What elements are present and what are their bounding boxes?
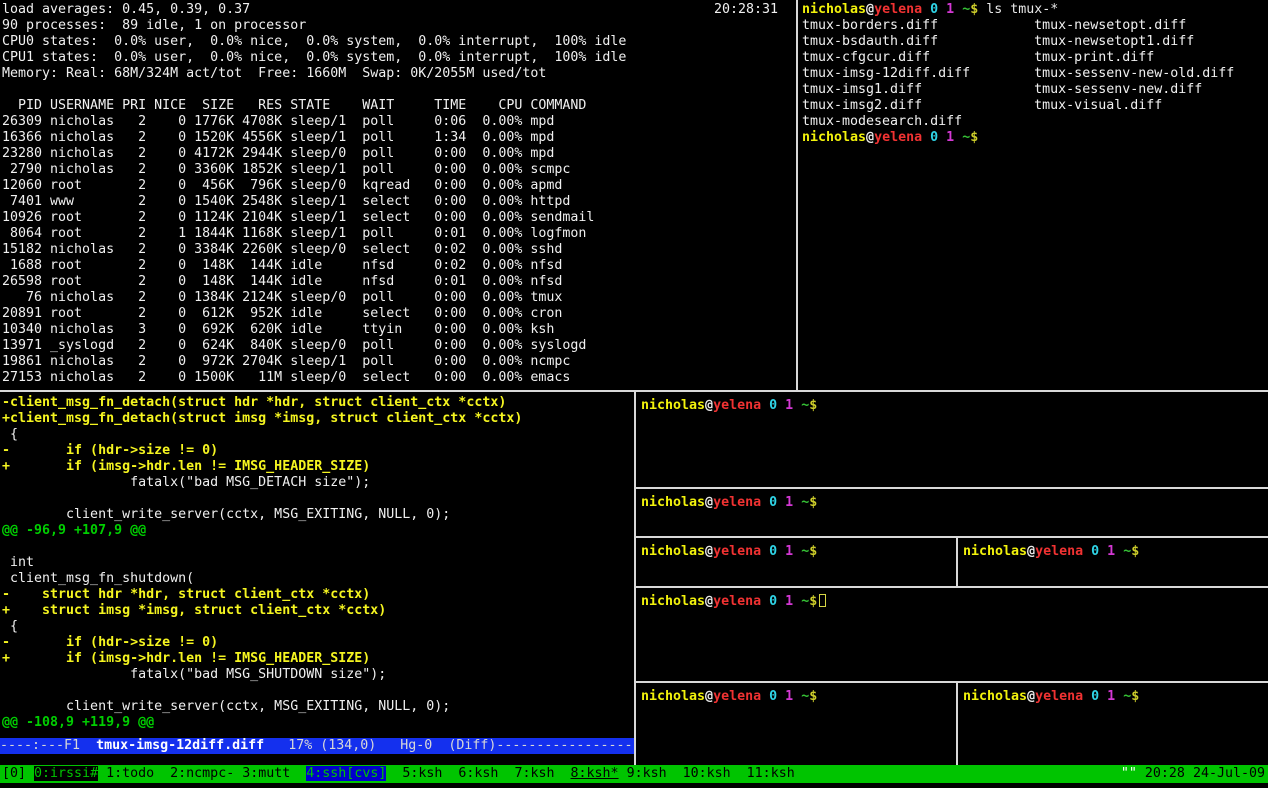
shell-prompt-line: nicholas@yelena 0 1 ~$ <box>963 689 1268 705</box>
shell-prompt: nicholas@yelena 0 1 ~$ <box>641 398 817 413</box>
pane-shell-ls[interactable]: nicholas@yelena 0 1 ~$ ls tmux-*tmux-bor… <box>800 0 1268 390</box>
shell-prompt: nicholas@yelena 0 1 ~$ <box>641 495 817 510</box>
file-name-row: tmux-imsg1.diff tmux-sessenv-new.diff <box>802 82 1268 98</box>
status-session-name: [0] <box>2 766 34 781</box>
file-name-row: tmux-bsdauth.diff tmux-newsetopt1.diff <box>802 34 1268 50</box>
pane-shell-b[interactable]: nicholas@yelena 0 1 ~$ <box>636 489 1268 536</box>
clock: 20:28:31 <box>714 2 778 18</box>
file-name-row: tmux-modesearch.diff <box>802 114 1268 130</box>
terminal-cursor <box>819 594 826 607</box>
diff-line: { <box>2 427 634 443</box>
diff-line: client_write_server(cctx, MSG_EXITING, N… <box>2 699 634 715</box>
pane-border-vertical-cd <box>956 538 958 586</box>
pane-border-vertical-top <box>796 0 798 391</box>
pane-shell-d[interactable]: nicholas@yelena 0 1 ~$ <box>958 538 1268 586</box>
pane-border-vertical-bottom <box>634 392 636 765</box>
pane-shell-c[interactable]: nicholas@yelena 0 1 ~$ <box>636 538 956 586</box>
diff-line: +client_msg_fn_detach(struct imsg *imsg,… <box>2 411 634 427</box>
status-window-item[interactable]: 8:ksh* <box>571 766 619 781</box>
status-window-item[interactable]: 6:ksh <box>458 766 498 781</box>
pane-shell-a[interactable]: nicholas@yelena 0 1 ~$ <box>636 392 1268 487</box>
status-window-item[interactable]: 1:todo <box>106 766 154 781</box>
status-window-item[interactable]: 10:ksh <box>683 766 731 781</box>
diff-line: fatalx("bad MSG_SHUTDOWN size"); <box>2 667 634 683</box>
load-averages-line: load averages: 0.45, 0.39, 0.37 <box>2 2 250 18</box>
ls-output: nicholas@yelena 0 1 ~$ ls tmux-*tmux-bor… <box>802 2 1268 146</box>
shell-prompt: nicholas@yelena 0 1 ~$ <box>641 594 817 609</box>
status-window-item[interactable]: 9:ksh <box>627 766 667 781</box>
tmux-session-screen: load averages: 0.45, 0.39, 0.37 20:28:31… <box>0 0 1268 788</box>
shell-prompt: nicholas@yelena 0 1 ~$ <box>963 544 1139 559</box>
command-text: ls tmux-* <box>978 2 1058 17</box>
status-right: "" 20:28 24-Jul-09 <box>1121 766 1265 783</box>
diff-line: @@ -96,9 +107,9 @@ <box>2 523 634 539</box>
file-name-row: tmux-imsg2.diff tmux-visual.diff <box>802 98 1268 114</box>
diff-line: { <box>2 619 634 635</box>
diff-line: int <box>2 555 634 571</box>
modeline-filename: tmux-imsg-12diff.diff <box>96 738 264 753</box>
diff-line: - if (hdr->size != 0) <box>2 635 634 651</box>
pane-border-vertical-fg <box>956 683 958 765</box>
pane-shell-g[interactable]: nicholas@yelena 0 1 ~$ <box>958 683 1268 765</box>
status-window-list: [0] 0:irssi# 1:todo 2:ncmpc- 3:mutt 4:ss… <box>2 766 795 783</box>
diff-line <box>2 683 634 699</box>
process-table: PID USERNAME PRI NICE SIZE RES STATE WAI… <box>2 98 796 386</box>
status-window-item[interactable]: 3:mutt <box>242 766 290 781</box>
status-window-item[interactable]: 7:ksh <box>514 766 554 781</box>
diff-line: - struct hdr *hdr, struct client_ctx *cc… <box>2 587 634 603</box>
shell-command-line: nicholas@yelena 0 1 ~$ ls tmux-* <box>802 2 1268 18</box>
diff-line: fatalx("bad MSG_DETACH size"); <box>2 475 634 491</box>
pane-border-a <box>636 487 1268 489</box>
shell-prompt-line: nicholas@yelena 0 1 ~$ <box>641 398 1268 414</box>
pane-border-e <box>636 681 1268 683</box>
file-name-row: tmux-borders.diff tmux-newsetopt.diff <box>802 18 1268 34</box>
status-window-item[interactable]: 4:ssh[cvs] <box>306 766 386 781</box>
diff-line <box>2 491 634 507</box>
modeline-info: 17% (134,0) Hg-0 (Diff) <box>264 738 496 753</box>
diff-buffer: -client_msg_fn_detach(struct hdr *hdr, s… <box>2 395 634 731</box>
shell-prompt-line: nicholas@yelena 0 1 ~$ <box>641 544 956 560</box>
shell-prompt-line: nicholas@yelena 0 1 ~$ <box>641 594 1268 610</box>
file-name-row: tmux-imsg-12diff.diff tmux-sessenv-new-o… <box>802 66 1268 82</box>
pane-border-cd <box>636 586 1268 588</box>
status-window-item[interactable]: 2:ncmpc- <box>170 766 234 781</box>
shell-prompt-line: nicholas@yelena 0 1 ~$ <box>641 495 1268 511</box>
status-window-item[interactable]: 0:irssi# <box>34 766 98 781</box>
emacs-minibuffer <box>0 754 634 765</box>
diff-line: client_msg_fn_shutdown( <box>2 571 634 587</box>
shell-prompt: nicholas@yelena 0 1 ~$ <box>641 544 817 559</box>
status-bar: [0] 0:irssi# 1:todo 2:ncmpc- 3:mutt 4:ss… <box>0 765 1268 783</box>
emacs-modeline: ----:---F1 tmux-imsg-12diff.diff 17% (13… <box>0 738 634 754</box>
pane-top-command[interactable]: load averages: 0.45, 0.39, 0.37 20:28:31… <box>0 0 796 390</box>
status-right-text: "" <box>1121 766 1145 781</box>
shell-prompt-line: nicholas@yelena 0 1 ~$ <box>963 544 1268 560</box>
diff-line: + if (imsg->hdr.len != IMSG_HEADER_SIZE) <box>2 651 634 667</box>
status-right-text: 20:28 24-Jul-09 <box>1145 766 1265 781</box>
shell-prompt: nicholas@yelena 0 1 ~$ <box>963 689 1139 704</box>
pane-shell-f[interactable]: nicholas@yelena 0 1 ~$ <box>636 683 956 765</box>
diff-line: @@ -108,9 +119,9 @@ <box>2 715 634 731</box>
modeline-dashes: ----------------- <box>496 738 632 753</box>
status-window-item[interactable]: 5:ksh <box>402 766 442 781</box>
diff-line: + if (imsg->hdr.len != IMSG_HEADER_SIZE) <box>2 459 634 475</box>
shell-prompt: nicholas@yelena 0 1 ~$ <box>802 130 978 145</box>
status-window-item[interactable]: 11:ksh <box>747 766 795 781</box>
diff-line <box>2 539 634 555</box>
diff-line: + struct imsg *imsg, struct client_ctx *… <box>2 603 634 619</box>
diff-line: -client_msg_fn_detach(struct hdr *hdr, s… <box>2 395 634 411</box>
top-summary-lines: 90 processes: 89 idle, 1 on processor CP… <box>2 18 796 82</box>
shell-prompt: nicholas@yelena 0 1 ~$ <box>802 2 978 17</box>
shell-prompt-line: nicholas@yelena 0 1 ~$ <box>641 689 956 705</box>
pane-emacs-diff[interactable]: -client_msg_fn_detach(struct hdr *hdr, s… <box>0 392 634 765</box>
pane-border-b <box>636 536 1268 538</box>
shell-prompt: nicholas@yelena 0 1 ~$ <box>641 689 817 704</box>
modeline-prefix: ----:---F1 <box>0 738 96 753</box>
pane-shell-e[interactable]: nicholas@yelena 0 1 ~$ <box>636 588 1268 681</box>
diff-line: client_write_server(cctx, MSG_EXITING, N… <box>2 507 634 523</box>
shell-prompt-line: nicholas@yelena 0 1 ~$ <box>802 130 1268 146</box>
diff-line: - if (hdr->size != 0) <box>2 443 634 459</box>
file-name-row: tmux-cfgcur.diff tmux-print.diff <box>802 50 1268 66</box>
